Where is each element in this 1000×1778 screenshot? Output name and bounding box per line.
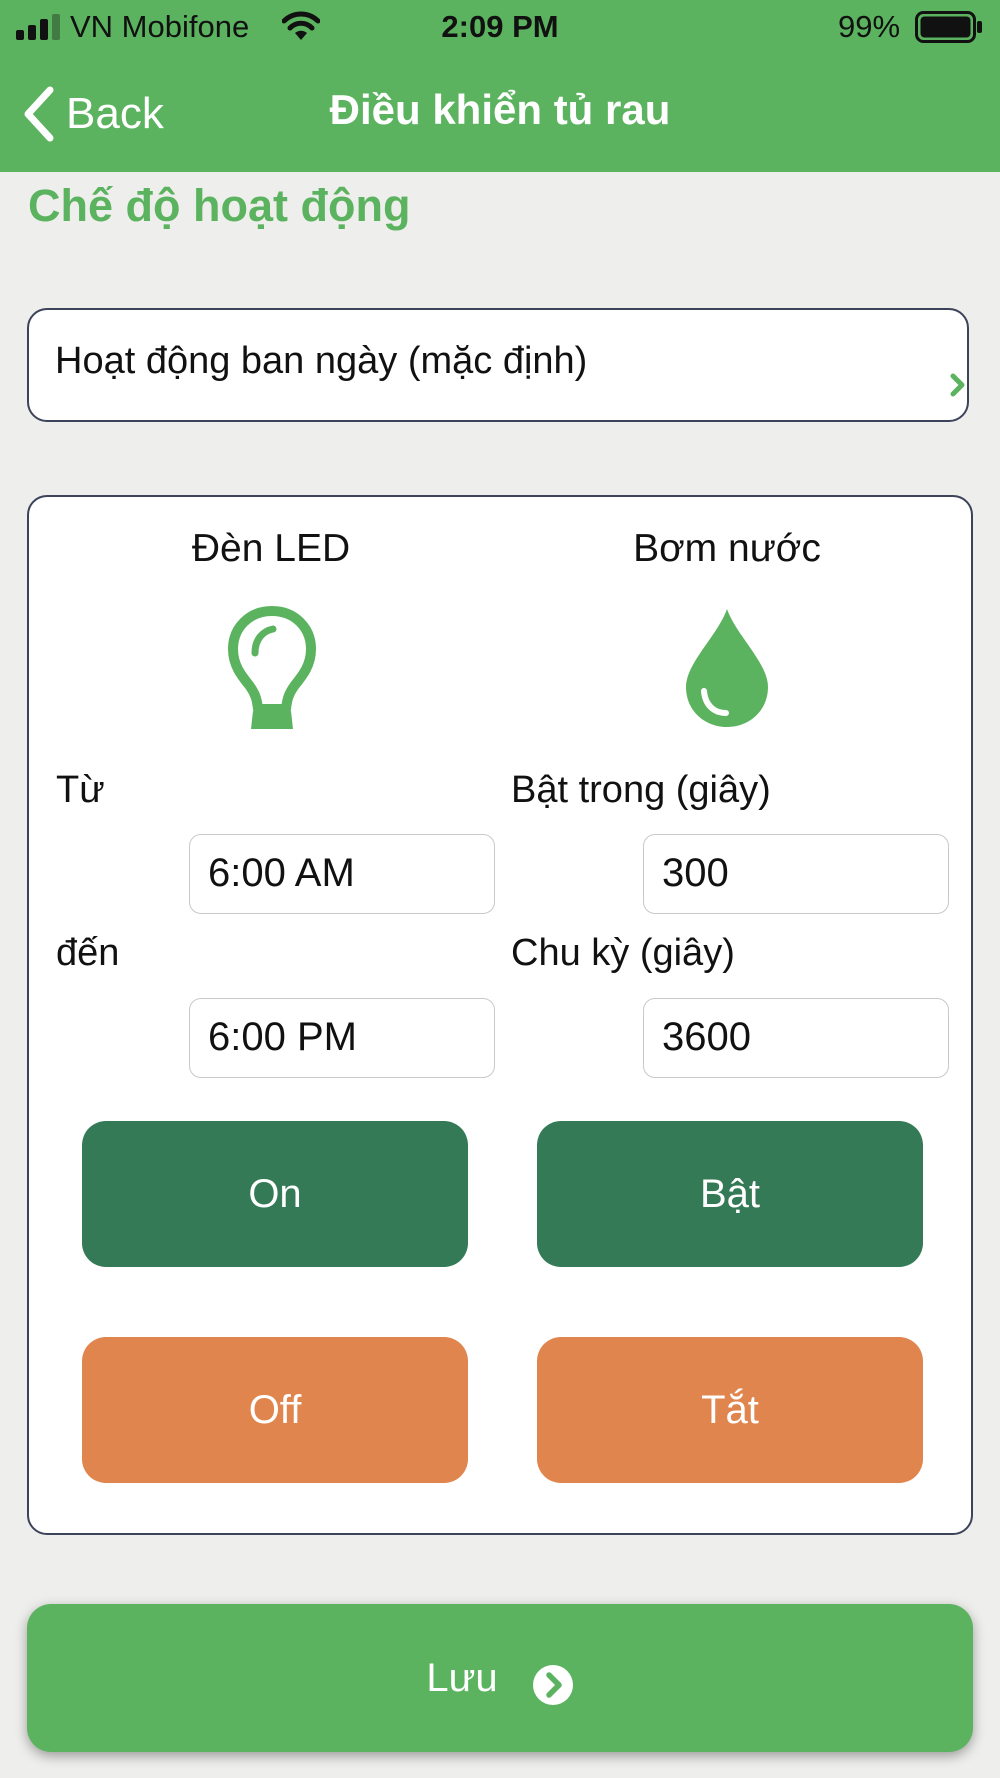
back-label: Back bbox=[66, 89, 164, 138]
led-from-label: Từ bbox=[56, 769, 105, 811]
mode-select[interactable]: Hoạt động ban ngày (mặc định) bbox=[27, 308, 969, 422]
pump-on-button[interactable]: Bật bbox=[537, 1121, 923, 1267]
led-from-time-input[interactable]: 6:00 AM bbox=[189, 834, 495, 914]
status-bar: VN Mobifone 2:09 PM 99% bbox=[0, 0, 1000, 56]
chevron-circle-right-icon bbox=[532, 1665, 573, 1705]
pump-title: Bơm nước bbox=[633, 527, 821, 570]
save-button[interactable]: Lưu bbox=[27, 1604, 973, 1752]
chevron-left-icon bbox=[24, 86, 54, 142]
led-on-button[interactable]: On bbox=[82, 1121, 468, 1267]
mode-selected-value: Hoạt động ban ngày (mặc định) bbox=[55, 340, 588, 382]
control-panel: Đèn LED Từ 6:00 AM đến 6:00 PM On Off Bơ… bbox=[27, 495, 973, 1535]
save-label: Lưu bbox=[426, 1655, 498, 1700]
chevron-right-icon bbox=[950, 373, 965, 397]
led-to-label: đến bbox=[56, 932, 120, 974]
led-title: Đèn LED bbox=[191, 527, 351, 570]
pump-duration-label: Bật trong (giây) bbox=[511, 769, 771, 811]
lightbulb-icon bbox=[228, 606, 316, 729]
led-off-button[interactable]: Off bbox=[82, 1337, 468, 1483]
back-button[interactable]: Back bbox=[22, 84, 164, 144]
mode-section-title: Chế độ hoạt động bbox=[28, 180, 411, 231]
battery-icon bbox=[915, 11, 982, 43]
led-to-time-input[interactable]: 6:00 PM bbox=[189, 998, 495, 1078]
water-drop-icon bbox=[686, 609, 768, 727]
pump-cycle-label: Chu kỳ (giây) bbox=[511, 932, 735, 974]
pump-cycle-input[interactable]: 3600 bbox=[643, 998, 949, 1078]
pump-off-button[interactable]: Tắt bbox=[537, 1337, 923, 1483]
battery-percentage: 99% bbox=[838, 9, 901, 44]
page-title: Điều khiển tủ rau bbox=[329, 86, 671, 133]
app-header: VN Mobifone 2:09 PM 99% Back Điều khiển … bbox=[0, 0, 1000, 172]
pump-duration-input[interactable]: 300 bbox=[643, 834, 949, 914]
